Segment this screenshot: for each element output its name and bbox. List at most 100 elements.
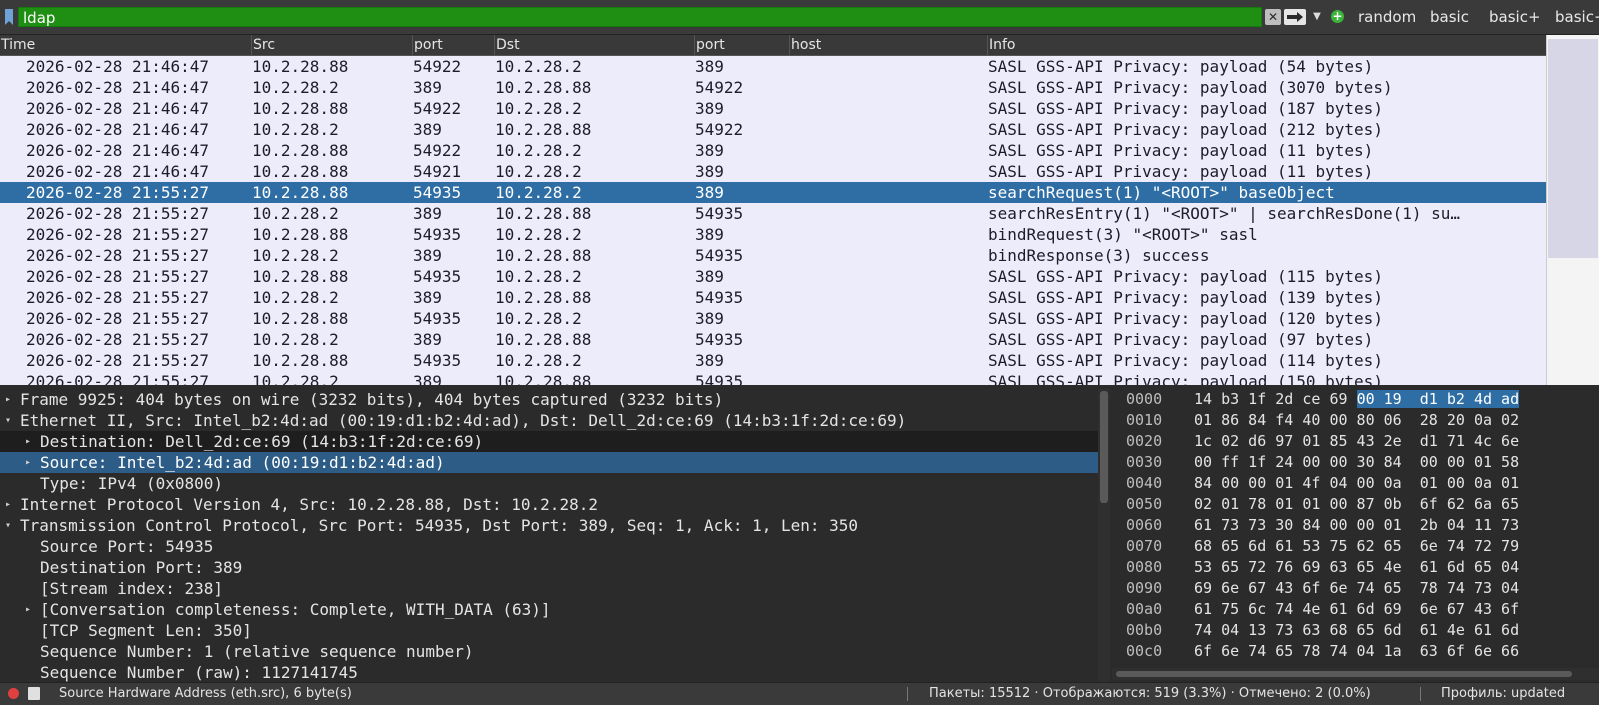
status-packet-stats: Пакеты: 15512 · Отображаются: 519 (3.3%)… [929,686,1371,701]
detail-tree-item[interactable]: ▾ Transmission Control Protocol, Src Port… [0,515,1098,536]
hex-offset: 0050 [1126,495,1163,513]
expand-open-icon[interactable]: ▾ [2,410,14,431]
chevron-down-icon[interactable]: ▼ [1311,9,1323,25]
clear-filter-icon[interactable]: ✕ [1265,9,1281,25]
hex-row: 0040 84 00 00 01 4f 04 00 0a 01 00 0a 01 [1112,473,1599,494]
cell-dst-port: 389 [695,162,724,181]
cell-dst-port: 54935 [695,246,744,265]
hex-bytes[interactable]: 14 b3 1f 2d ce 69 00 19 d1 b2 4d ad [1194,389,1596,410]
hex-bytes[interactable]: 61 74 69 6f 6e 4e 61 6d 69 6e 67 43 [1194,662,1596,665]
packet-row[interactable]: 2026-02-28 21:46:47 10.2.28.88 54922 10.2.2… [0,56,1546,77]
detail-tree-label: Source: Intel_b2:4d:ad (00:19:d1:b2:4d:a… [40,453,445,472]
apply-filter-button[interactable] [1284,9,1306,25]
bookmark-icon[interactable] [4,9,14,25]
packet-row[interactable]: 2026-02-28 21:46:47 10.2.28.2 389 10.2.28.8… [0,119,1546,140]
hex-offset: 00c0 [1126,642,1163,660]
column-header-time[interactable]: Time [0,35,252,55]
hex-bytes[interactable]: 84 00 00 01 4f 04 00 0a 01 00 0a 01 [1194,473,1596,494]
packet-row[interactable]: 2026-02-28 21:46:47 10.2.28.2 389 10.2.28.8… [0,77,1546,98]
packet-details-scrollbar[interactable] [1098,389,1110,682]
packet-row[interactable]: 2026-02-28 21:55:27 10.2.28.88 54935 10.2.2… [0,224,1546,245]
arrow-right-icon [1287,12,1303,22]
detail-tree-label: [Stream index: 238] [40,579,224,598]
packet-row[interactable]: 2026-02-28 21:55:27 10.2.28.88 54935 10.2.2… [0,266,1546,287]
detail-tree-item[interactable]: Sequence Number (raw): 1127141745 [0,662,1098,682]
column-header-info[interactable]: Info [988,35,1546,55]
status-profile[interactable]: Профиль: updated [1441,683,1565,704]
hex-bytes[interactable]: 53 65 72 76 69 63 65 4e 61 6d 65 04 [1194,557,1596,578]
column-header-dst[interactable]: Dst [495,35,695,55]
packet-row[interactable]: 2026-02-28 21:46:47 10.2.28.88 54922 10.2.2… [0,140,1546,161]
detail-tree-item[interactable]: [TCP Segment Len: 350] [0,620,1098,641]
cell-src-port: 54935 [413,183,462,202]
hex-offset: 0010 [1126,411,1163,429]
hex-bytes[interactable]: 01 86 84 f4 40 00 80 06 28 20 0a 02 [1194,410,1596,431]
packet-row[interactable]: 2026-02-28 21:55:27 10.2.28.88 54935 10.2.2… [0,182,1546,203]
packet-bytes-hscrollbar[interactable] [1112,668,1599,680]
detail-tree-item[interactable]: ▾ Ethernet II, Src: Intel_b2:4d:ad (00:19… [0,410,1098,431]
hex-bytes[interactable]: 61 73 73 30 84 00 00 01 2b 04 11 73 [1194,515,1596,536]
expand-closed-icon[interactable]: ▸ [2,494,14,515]
packet-row[interactable]: 2026-02-28 21:55:27 10.2.28.2 389 10.2.28.8… [0,329,1546,350]
packet-details-scroll-thumb[interactable] [1100,391,1108,503]
expert-info-icon[interactable] [8,688,19,699]
detail-tree-item[interactable]: ▸ Destination: Dell_2d:ce:69 (14:b3:1f:2d… [0,431,1098,452]
display-filter-input[interactable]: ldap [18,7,1262,27]
column-header-dst-port[interactable]: port [695,35,790,55]
cell-src: 10.2.28.88 [252,162,349,181]
cell-dst: 10.2.28.2 [495,267,582,286]
capture-comment-icon[interactable] [28,687,40,700]
hex-bytes[interactable]: 74 04 13 73 63 68 65 6d 61 4e 61 6d [1194,620,1596,641]
add-filter-button-icon[interactable]: + [1331,10,1344,23]
expand-closed-icon[interactable]: ▸ [22,599,34,620]
hex-bytes[interactable]: 02 01 78 01 01 00 87 0b 6f 62 6a 65 [1194,494,1596,515]
hex-bytes[interactable]: 69 6e 67 43 6f 6e 74 65 78 74 73 04 [1194,578,1596,599]
packet-bytes-hscroll-thumb[interactable] [1116,671,1572,677]
packet-row[interactable]: 2026-02-28 21:55:27 10.2.28.2 389 10.2.28.8… [0,371,1546,385]
detail-tree-item[interactable]: ▸ Frame 9925: 404 bytes on wire (3232 bit… [0,389,1098,410]
cell-dst-port: 389 [695,183,724,202]
hex-bytes[interactable]: 00 ff 1f 24 00 00 30 84 00 00 01 58 [1194,452,1596,473]
filter-button-basic[interactable]: basic [1430,8,1469,26]
column-header-src-port[interactable]: port [413,35,495,55]
packet-row[interactable]: 2026-02-28 21:55:27 10.2.28.88 54935 10.2.2… [0,350,1546,371]
hex-bytes[interactable]: 68 65 6d 61 53 75 62 65 6e 74 72 79 [1194,536,1596,557]
detail-tree-item[interactable]: Sequence Number: 1 (relative sequence nu… [0,641,1098,662]
cell-dst-port: 54922 [695,78,744,97]
detail-tree-item[interactable]: Type: IPv4 (0x0800) [0,473,1098,494]
packet-list-scrollbar[interactable] [1546,35,1599,385]
detail-tree-item[interactable]: ▸ Internet Protocol Version 4, Src: 10.2.… [0,494,1098,515]
expand-closed-icon[interactable]: ▸ [2,389,14,410]
hex-row: 0010 01 86 84 f4 40 00 80 06 28 20 0a 02 [1112,410,1599,431]
column-header-host[interactable]: host [790,35,988,55]
hex-bytes[interactable]: 6f 6e 74 65 78 74 04 1a 63 6f 6e 66 [1194,641,1596,662]
cell-src-port: 389 [413,288,442,307]
cell-info: bindRequest(3) "<ROOT>" sasl [988,225,1258,244]
expand-closed-icon[interactable]: ▸ [22,452,34,473]
expand-closed-icon[interactable]: ▸ [22,431,34,452]
packet-row[interactable]: 2026-02-28 21:55:27 10.2.28.2 389 10.2.28.8… [0,245,1546,266]
cell-time: 2026-02-28 21:55:27 [26,225,210,244]
filter-button-random[interactable]: random [1358,8,1416,26]
hex-bytes[interactable]: 61 75 6c 74 4e 61 6d 69 6e 67 43 6f [1194,599,1596,620]
detail-tree-item[interactable]: Destination Port: 389 [0,557,1098,578]
detail-tree-label: [TCP Segment Len: 350] [40,621,252,640]
filter-button-basic-plus[interactable]: basic+ [1489,8,1541,26]
detail-tree-item[interactable]: Source Port: 54935 [0,536,1098,557]
column-header-src[interactable]: Src [252,35,413,55]
cell-src-port: 54935 [413,267,462,286]
detail-tree-item[interactable]: [Stream index: 238] [0,578,1098,599]
filter-button-basic-plus-plus[interactable]: basic++ [1555,8,1599,26]
expand-open-icon[interactable]: ▾ [2,515,14,536]
hex-bytes-text: 14 b3 1f 2d ce 69 [1194,390,1357,408]
detail-tree-item[interactable]: ▸ [Conversation completeness: Complete, W… [0,599,1098,620]
packet-row[interactable]: 2026-02-28 21:55:27 10.2.28.88 54935 10.2.2… [0,308,1546,329]
packet-row[interactable]: 2026-02-28 21:55:27 10.2.28.2 389 10.2.28.8… [0,203,1546,224]
packet-row[interactable]: 2026-02-28 21:46:47 10.2.28.88 54921 10.2.2… [0,161,1546,182]
packet-row[interactable]: 2026-02-28 21:46:47 10.2.28.88 54922 10.2.2… [0,98,1546,119]
packet-row[interactable]: 2026-02-28 21:55:27 10.2.28.2 389 10.2.28.8… [0,287,1546,308]
hex-bytes[interactable]: 1c 02 d6 97 01 85 43 2e d1 71 4c 6e [1194,431,1596,452]
cell-src: 10.2.28.88 [252,99,349,118]
detail-tree-item[interactable]: ▸ Source: Intel_b2:4d:ad (00:19:d1:b2:4d:… [0,452,1098,473]
packet-list-scroll-thumb[interactable] [1548,39,1598,258]
